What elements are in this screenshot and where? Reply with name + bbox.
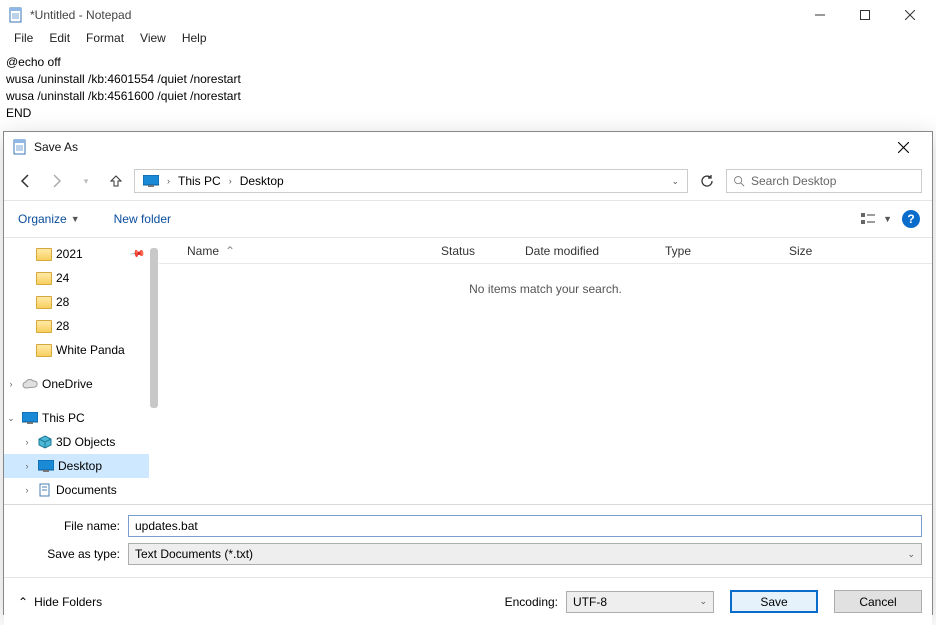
collapse-icon[interactable]: ⌄ <box>4 413 18 424</box>
editor-line: wusa /uninstall /kb:4561600 /quiet /nore… <box>6 88 930 105</box>
notepad-icon <box>8 7 24 23</box>
up-button[interactable] <box>104 170 128 192</box>
notepad-titlebar[interactable]: *Untitled - Notepad <box>0 0 936 30</box>
column-headers: Name⌃ Status Date modified Type Size <box>159 238 932 264</box>
tree-folder[interactable]: 2021📌 <box>4 242 149 266</box>
address-row: ▾ › This PC › Desktop ⌄ Search Desktop <box>4 162 932 200</box>
close-button[interactable] <box>887 1 932 29</box>
refresh-button[interactable] <box>694 169 720 193</box>
editor-line: wusa /uninstall /kb:4601554 /quiet /nore… <box>6 71 930 88</box>
notepad-editor[interactable]: @echo off wusa /uninstall /kb:4601554 /q… <box>0 50 936 126</box>
save-as-dialog: Save As ▾ › This PC › Desktop ⌄ Search D… <box>3 131 933 615</box>
filename-label: File name: <box>14 519 128 533</box>
nav-tree: 2021📌 24 28 28 White Panda ›OneDrive ⌄Th… <box>4 238 149 504</box>
breadcrumb-this-pc[interactable]: This PC <box>174 170 225 192</box>
recent-dropdown[interactable]: ▾ <box>74 170 98 192</box>
hide-folders-toggle[interactable]: ⌃Hide Folders <box>18 595 102 609</box>
chevron-down-icon: ⌄ <box>699 596 707 607</box>
save-button[interactable]: Save <box>730 590 818 613</box>
menu-help[interactable]: Help <box>176 30 213 50</box>
search-icon <box>733 175 745 187</box>
file-panel: File name: Save as type: Text Documents … <box>4 504 932 577</box>
dialog-title-text: Save As <box>34 140 78 154</box>
cloud-icon <box>22 379 38 389</box>
notepad-icon <box>12 139 28 155</box>
notepad-menubar: File Edit Format View Help <box>0 30 936 50</box>
tree-folder[interactable]: 28 <box>4 314 149 338</box>
tree-3d-objects[interactable]: ›3D Objects <box>4 430 149 454</box>
pin-icon: 📌 <box>128 246 145 262</box>
chevron-down-icon: ⌄ <box>907 549 915 560</box>
folder-icon <box>36 272 52 285</box>
organize-menu[interactable]: Organize▼ <box>16 208 82 230</box>
menu-edit[interactable]: Edit <box>43 30 76 50</box>
menu-view[interactable]: View <box>134 30 172 50</box>
new-folder-button[interactable]: New folder <box>112 208 173 230</box>
expand-icon[interactable]: › <box>4 379 18 389</box>
folder-icon <box>36 344 52 357</box>
chevron-up-icon: ⌃ <box>18 595 28 609</box>
editor-line: @echo off <box>6 54 930 71</box>
tree-this-pc[interactable]: ⌄This PC <box>4 406 149 430</box>
dialog-close-button[interactable] <box>881 134 926 160</box>
minimize-button[interactable] <box>797 1 842 29</box>
search-placeholder: Search Desktop <box>751 174 836 188</box>
folder-icon <box>36 296 52 309</box>
address-dropdown[interactable]: ⌄ <box>665 176 685 187</box>
col-status[interactable]: Status <box>441 244 525 258</box>
chevron-right-icon[interactable]: › <box>229 176 232 186</box>
dialog-toolbar: Organize▼ New folder ▼ ? <box>4 201 932 237</box>
help-button[interactable]: ? <box>902 210 920 228</box>
view-options[interactable]: ▼ <box>861 212 892 226</box>
empty-message: No items match your search. <box>159 264 932 504</box>
tree-desktop[interactable]: ›Desktop <box>4 454 149 478</box>
dialog-titlebar[interactable]: Save As <box>4 132 932 162</box>
saveastype-label: Save as type: <box>14 547 128 561</box>
sort-asc-icon: ⌃ <box>225 244 235 258</box>
saveastype-select[interactable]: Text Documents (*.txt)⌄ <box>128 543 922 565</box>
breadcrumb-desktop[interactable]: Desktop <box>236 170 288 192</box>
folder-icon <box>36 320 52 333</box>
notepad-title-text: *Untitled - Notepad <box>30 8 131 22</box>
maximize-button[interactable] <box>842 1 887 29</box>
tree-folder[interactable]: White Panda <box>4 338 149 362</box>
chevron-right-icon[interactable]: › <box>167 176 170 186</box>
menu-file[interactable]: File <box>8 30 39 50</box>
cube-icon <box>38 435 52 449</box>
editor-line: END <box>6 105 930 122</box>
tree-downloads[interactable]: ›Downloads <box>4 502 149 504</box>
tree-documents[interactable]: ›Documents <box>4 478 149 502</box>
splitter-scrollbar[interactable] <box>149 238 159 504</box>
cancel-button[interactable]: Cancel <box>834 590 922 613</box>
col-type[interactable]: Type <box>665 244 789 258</box>
encoding-label: Encoding: <box>505 595 558 609</box>
forward-button[interactable] <box>44 170 68 192</box>
tree-onedrive[interactable]: ›OneDrive <box>4 372 149 396</box>
file-list: Name⌃ Status Date modified Type Size No … <box>159 238 932 504</box>
filename-input[interactable] <box>128 515 922 537</box>
tree-folder[interactable]: 24 <box>4 266 149 290</box>
address-bar[interactable]: › This PC › Desktop ⌄ <box>134 169 688 193</box>
documents-icon <box>38 483 52 497</box>
col-date[interactable]: Date modified <box>525 244 665 258</box>
pc-icon <box>22 412 38 424</box>
encoding-select[interactable]: UTF-8⌄ <box>566 591 714 613</box>
back-button[interactable] <box>14 170 38 192</box>
tree-folder[interactable]: 28 <box>4 290 149 314</box>
search-input[interactable]: Search Desktop <box>726 169 922 193</box>
menu-format[interactable]: Format <box>80 30 130 50</box>
folder-icon <box>36 248 52 261</box>
breadcrumb-pc-icon[interactable] <box>139 170 163 192</box>
col-name[interactable]: Name⌃ <box>187 244 441 258</box>
col-size[interactable]: Size <box>789 244 859 258</box>
desktop-icon <box>38 460 54 472</box>
